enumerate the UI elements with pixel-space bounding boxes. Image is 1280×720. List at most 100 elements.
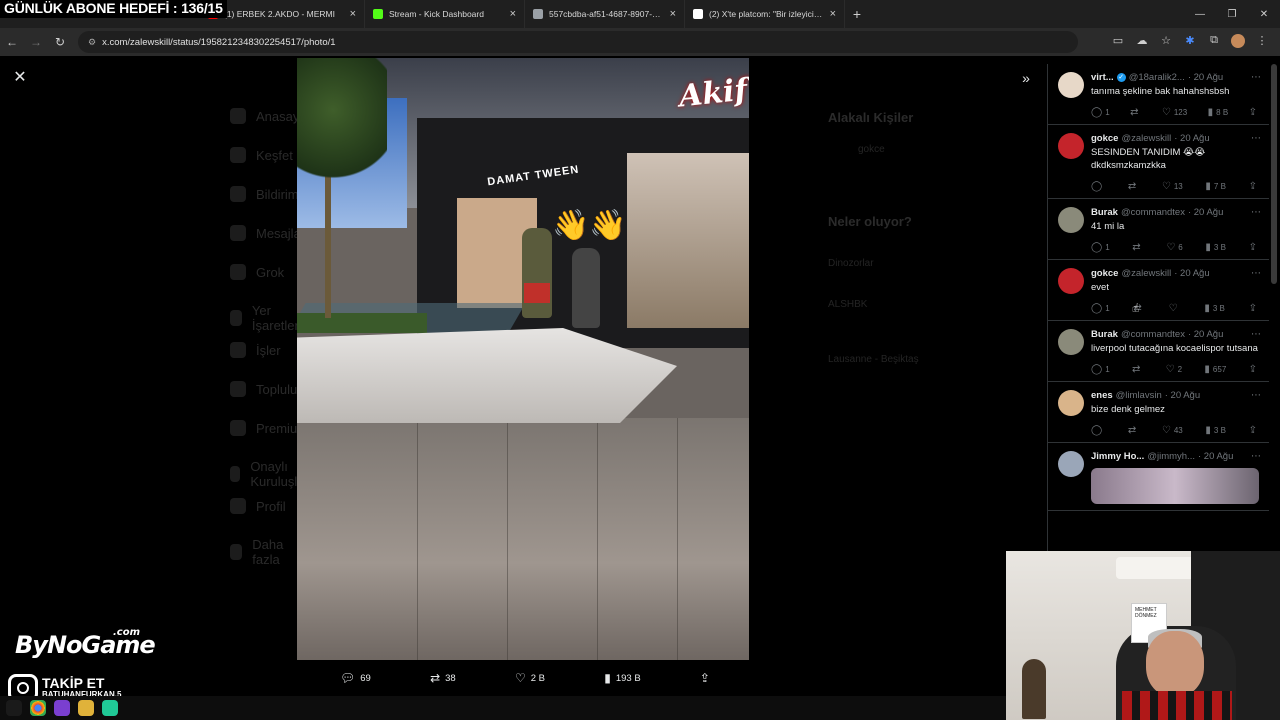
reply-author-handle[interactable]: @jimmyh... (1147, 451, 1195, 462)
browser-tab[interactable]: (2) X'te platcom: "Bir izleyici, Ba × (685, 0, 845, 28)
reply-reply-button[interactable]: ◯ (1091, 181, 1105, 192)
more-options-icon[interactable]: ⋯ (1251, 207, 1261, 218)
reply-date[interactable]: · 20 Ağu (1188, 329, 1223, 340)
reply-date[interactable]: · 20 Ağu (1174, 133, 1209, 144)
reply-repost-button[interactable]: ⇄ (1130, 107, 1141, 118)
reply-author-handle[interactable]: @zalewskill (1121, 133, 1171, 144)
replies-scrollbar[interactable] (1271, 64, 1277, 284)
reply-author-handle[interactable]: @18aralik2... (1129, 72, 1185, 83)
browser-tab[interactable]: 557cbdba-af51-4687-8907-9f0 × (525, 0, 685, 28)
reply-repost-button[interactable]: ⇄ (1132, 242, 1143, 253)
reply-repost-button[interactable]: ⇄ (1128, 425, 1139, 436)
forward-icon[interactable]: → (24, 35, 48, 49)
repost-button[interactable]: ⇄ 38 (430, 671, 456, 685)
avatar[interactable] (1058, 207, 1084, 233)
bookmark-star-icon[interactable]: ☆ (1158, 34, 1174, 51)
reply-reply-button[interactable]: ◯ 1 (1091, 364, 1110, 375)
reply-item[interactable]: virt... ✓ @18aralik2... · 20 Ağu tanıma şekl… (1048, 64, 1269, 125)
reply-reply-button[interactable]: ◯ (1091, 425, 1105, 436)
more-options-icon[interactable]: ⋯ (1251, 133, 1261, 144)
cast-icon[interactable]: ▭ (1110, 34, 1126, 51)
folder-icon[interactable] (78, 700, 94, 716)
reload-icon[interactable]: ↻ (48, 35, 72, 49)
reply-like-button[interactable]: ♡ 43 (1162, 425, 1183, 436)
reply-media[interactable] (1091, 468, 1259, 504)
extensions-icon[interactable]: ⧉ (1206, 34, 1222, 51)
reply-author-name[interactable]: Burak (1091, 329, 1118, 340)
reply-views-button[interactable]: ▮ 7 B (1205, 181, 1226, 192)
reply-views-button[interactable]: ▮ 3 B (1205, 242, 1226, 253)
url-field[interactable]: ⚙ x.com/zalewskill/status/19582123483022… (78, 31, 1078, 53)
reply-like-button[interactable]: ♡ (1169, 303, 1181, 314)
new-tab-button[interactable]: + (845, 6, 869, 22)
close-window-icon[interactable]: ✕ (1248, 9, 1280, 20)
chrome-icon[interactable] (30, 700, 46, 716)
reply-author-name[interactable]: Burak (1091, 207, 1118, 218)
more-options-icon[interactable]: ⋯ (1251, 268, 1261, 279)
avatar[interactable] (1058, 329, 1084, 355)
reply-author-handle[interactable]: @limlavsin (1116, 390, 1162, 401)
reply-share-button[interactable]: ⇪ (1249, 242, 1257, 253)
close-viewer-icon[interactable]: ✕ (10, 68, 30, 88)
reply-repost-button[interactable]: ⇄ (1128, 181, 1139, 192)
reply-like-button[interactable]: ♡ 13 (1162, 181, 1183, 192)
reply-date[interactable]: · 20 Ağu (1165, 390, 1200, 401)
more-options-icon[interactable]: ⋯ (1251, 329, 1261, 340)
extension-puzzle-icon[interactable]: ✱ (1182, 34, 1198, 51)
reply-like-button[interactable]: ♡ 2 (1166, 364, 1182, 375)
more-options-icon[interactable]: ⋯ (1251, 451, 1261, 462)
reply-share-button[interactable]: ⇪ (1249, 181, 1257, 192)
menu-icon[interactable]: ⋮ (1254, 34, 1270, 51)
back-icon[interactable]: ← (0, 35, 24, 49)
reply-repost-button[interactable]: ⇄ (1132, 364, 1143, 375)
start-icon[interactable] (6, 700, 22, 716)
tab-close-icon[interactable]: × (670, 8, 676, 20)
reply-author-name[interactable]: gokce (1091, 133, 1118, 144)
tab-close-icon[interactable]: × (830, 8, 836, 20)
avatar[interactable] (1058, 451, 1084, 477)
reply-reply-button[interactable]: ◯ 1 (1091, 107, 1110, 118)
site-info-icon[interactable]: ⚙ (88, 37, 96, 48)
reply-views-button[interactable]: ▮ 3 B (1204, 303, 1225, 314)
avatar[interactable] (1058, 72, 1084, 98)
reply-share-button[interactable]: ⇪ (1249, 425, 1257, 436)
reply-like-button[interactable]: ♡ 123 (1162, 107, 1187, 118)
reply-item[interactable]: gokce @zalewskill · 20 Ağu evet ◯ 1 ⇄ ♡ ▮ 3 B ⇪ ⋯ (1048, 260, 1269, 321)
post-photo[interactable]: Akif DAMAT TWEEN 👋👋 (297, 58, 749, 660)
reply-item[interactable]: Burak @commandtex · 20 Ağu liverpool tutaca… (1048, 321, 1269, 382)
reply-date[interactable]: · 20 Ağu (1198, 451, 1233, 462)
tab-close-icon[interactable]: × (510, 8, 516, 20)
reply-button[interactable]: 💬︎ 69 (340, 671, 371, 685)
avatar[interactable] (1058, 390, 1084, 416)
app-icon[interactable] (54, 700, 70, 716)
reply-share-button[interactable]: ⇪ (1249, 303, 1257, 314)
reply-item[interactable]: Burak @commandtex · 20 Ağu 41 mi la ◯ 1 ⇄ ♡ 6 ▮ 3 … (1048, 199, 1269, 260)
reply-reply-button[interactable]: ◯ 1 (1091, 303, 1110, 314)
reply-author-handle[interactable]: @commandtex (1121, 207, 1185, 218)
views-button[interactable]: ▮ 193 B (604, 671, 640, 685)
browser-tab[interactable]: Stream - Kick Dashboard × (365, 0, 525, 28)
reply-date[interactable]: · 20 Ağu (1188, 207, 1223, 218)
like-button[interactable]: ♡ 2 B (515, 671, 545, 685)
app-icon[interactable] (102, 700, 118, 716)
share-button[interactable]: ⇪ (700, 671, 710, 685)
reply-author-name[interactable]: enes (1091, 390, 1113, 401)
reply-views-button[interactable]: ▮ 8 B (1208, 107, 1229, 118)
reply-author-handle[interactable]: @commandtex (1121, 329, 1185, 340)
more-options-icon[interactable]: ⋯ (1251, 72, 1261, 83)
avatar[interactable] (1058, 133, 1084, 159)
more-options-icon[interactable]: ⋯ (1251, 390, 1261, 401)
reply-date[interactable]: · 20 Ağu (1174, 268, 1209, 279)
reply-author-name[interactable]: Jimmy Ho... (1091, 451, 1144, 462)
reply-reply-button[interactable]: ◯ 1 (1091, 242, 1110, 253)
tab-close-icon[interactable]: × (350, 8, 356, 20)
avatar[interactable] (1058, 268, 1084, 294)
restore-icon[interactable]: ❐ (1216, 9, 1248, 20)
reply-views-button[interactable]: ▮ 657 (1204, 364, 1226, 375)
profile-avatar[interactable] (1230, 33, 1246, 51)
reply-author-name[interactable]: virt... (1091, 72, 1114, 83)
password-icon[interactable]: ☁ (1134, 34, 1150, 51)
reply-author-name[interactable]: gokce (1091, 268, 1118, 279)
reply-item[interactable]: gokce @zalewskill · 20 Ağu SESINDEN TANIDIM… (1048, 125, 1269, 199)
reply-item[interactable]: enes @limlavsin · 20 Ağu bize denk gelmez ◯ ⇄… (1048, 382, 1269, 443)
